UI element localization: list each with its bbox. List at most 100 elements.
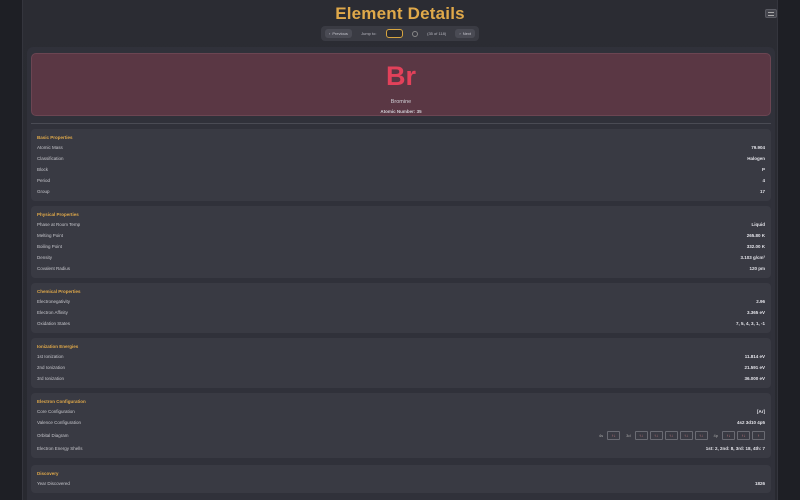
section-title: Electron Configuration [37,399,86,404]
property-label: 1st Ionization [37,354,64,359]
element-name: Bromine [390,99,412,105]
property-row: Year Discovered 1826 [37,478,765,489]
property-row: Covalent Radius 120 pm [37,263,765,274]
property-row: Phase at Room Temp Liquid [37,219,765,230]
physical-properties-section: Physical Properties Phase at Room Temp Li… [31,206,771,278]
orbital-box: ↑↓ [664,431,678,440]
property-row: Electron Energy Shells 1st: 2, 2nd: 8, 3r… [37,443,765,454]
property-value: 120 pm [749,266,765,271]
orbital-box: ↑↓ [722,431,735,440]
property-label: Orbital Diagram [37,433,69,438]
property-row: Block P [37,164,765,175]
property-value: 7, 5, 4, 3, 1, -1 [735,321,765,326]
property-row: Group 17 [37,186,765,197]
section-title: Discovery [37,471,59,476]
electron-configuration-section: Electron Configuration Core Configuratio… [31,393,771,458]
property-label: Covalent Radius [37,266,71,271]
property-value: 2.96 [756,299,765,304]
property-label: Boiling Point [37,244,63,249]
details-panel: Br Bromine Atomic Number: 35 Basic Prope… [27,47,775,500]
orbital-diagram-row: Orbital Diagram 4s ↑↓ 3d ↑↓ ↑↓ ↑↓ ↑↓ ↑↓ [37,428,765,443]
property-value: 36.000 eV [744,376,765,381]
property-value: 21.591 eV [744,365,765,370]
basic-properties-section: Basic Properties Atomic Mass 79.904 Class… [31,129,771,201]
next-label: Next [462,31,471,36]
property-label: Electron Energy Shells [37,446,83,451]
section-title: Basic Properties [37,135,73,140]
orbital-box: ↑↓ [737,431,750,440]
property-value: 4s2 3d10 4p5 [736,420,765,425]
property-label: Melting Point [37,233,64,238]
property-row: 3rd Ionization 36.000 eV [37,373,765,384]
property-row: Electronegativity 2.96 [37,296,765,307]
orbital-4p: 4p ↑↓ ↑↓ ↑ [714,431,765,440]
property-value: 265.80 K [746,233,765,238]
property-label: Year Discovered [37,481,70,486]
property-value: Halogen [747,156,765,161]
property-value: 11.814 eV [744,354,765,359]
property-value: 4 [762,178,765,183]
property-value: 3.103 g/cm³ [740,255,765,260]
property-row: Density 3.103 g/cm³ [37,252,765,263]
orbital-3d: 3d ↑↓ ↑↓ ↑↓ ↑↓ ↑↓ [626,431,708,440]
element-hero-card: Br Bromine Atomic Number: 35 [31,53,771,116]
property-row: 1st Ionization 11.814 eV [37,351,765,362]
orbital-4s: 4s ↑↓ [598,431,621,440]
page-title: Element Details [335,4,465,23]
orbital-diagram: 4s ↑↓ 3d ↑↓ ↑↓ ↑↓ ↑↓ ↑↓ 4p ↑↓ ↑↓ ↑ [593,431,765,440]
orbital-box: ↑ [752,431,765,440]
property-row: Melting Point 265.80 K [37,230,765,241]
property-value: 332.00 K [746,244,765,249]
property-row: Period 4 [37,175,765,186]
property-value: P [761,167,765,172]
property-label: Core Configuration [37,409,75,414]
orbital-label: 4p [713,433,718,438]
property-row: Boiling Point 332.00 K [37,241,765,252]
property-row: 2nd Ionization 21.591 eV [37,362,765,373]
navigation-bar: ‹ Previous Jump to: (35 of 118) › Next [321,26,479,41]
orbital-box: ↑↓ [649,431,663,440]
divider [31,123,771,124]
property-label: Classification [37,156,64,161]
property-value: [Ar] [757,409,765,414]
property-label: Atomic Mass [37,145,63,150]
property-row: Valence Configuration 4s2 3d10 4p5 [37,417,765,428]
section-title: Ionization Energies [37,344,79,349]
property-label: Phase at Room Temp [37,222,81,227]
jump-input[interactable] [385,29,403,38]
property-label: Electronegativity [37,299,71,304]
property-value: 17 [759,189,765,194]
app-window: Element Details ‹ Previous Jump to: (35 … [22,0,778,500]
section-title: Physical Properties [37,212,79,217]
orbital-box: ↑↓ [679,431,693,440]
position-text: (35 of 118) [427,31,447,36]
property-label: Block [37,167,49,172]
property-value: 1826 [754,481,765,486]
menu-icon[interactable] [765,9,777,18]
previous-button[interactable]: ‹ Previous [325,29,352,38]
jump-label: Jump to: [361,31,377,36]
element-symbol: Br [385,61,416,91]
property-label: Oxidation States [37,321,71,326]
property-label: Group [37,189,50,194]
refresh-icon[interactable] [411,30,418,37]
property-label: Electron Affinity [37,310,68,315]
property-label: Valence Configuration [37,420,81,425]
chemical-properties-section: Chemical Properties Electronegativity 2.9… [31,283,771,333]
discovery-section: Discovery Year Discovered 1826 [31,465,771,493]
property-row: Electron Affinity 3.365 eV [37,307,765,318]
section-title: Chemical Properties [37,289,81,294]
chevron-right-icon: › [459,31,461,36]
property-value: Liquid [751,222,766,227]
orbital-label: 4s [598,433,604,438]
property-label: 3rd Ionization [37,376,65,381]
property-row: Classification Halogen [37,153,765,164]
next-button[interactable]: › Next [455,29,475,38]
orbital-label: 3d [626,433,631,438]
property-label: Density [37,255,53,260]
property-label: Period [37,178,51,183]
property-value: 79.904 [751,145,765,150]
property-row: Oxidation States 7, 5, 4, 3, 1, -1 [37,318,765,329]
orbital-box: ↑↓ [607,431,621,440]
property-value: 3.365 eV [746,310,765,315]
